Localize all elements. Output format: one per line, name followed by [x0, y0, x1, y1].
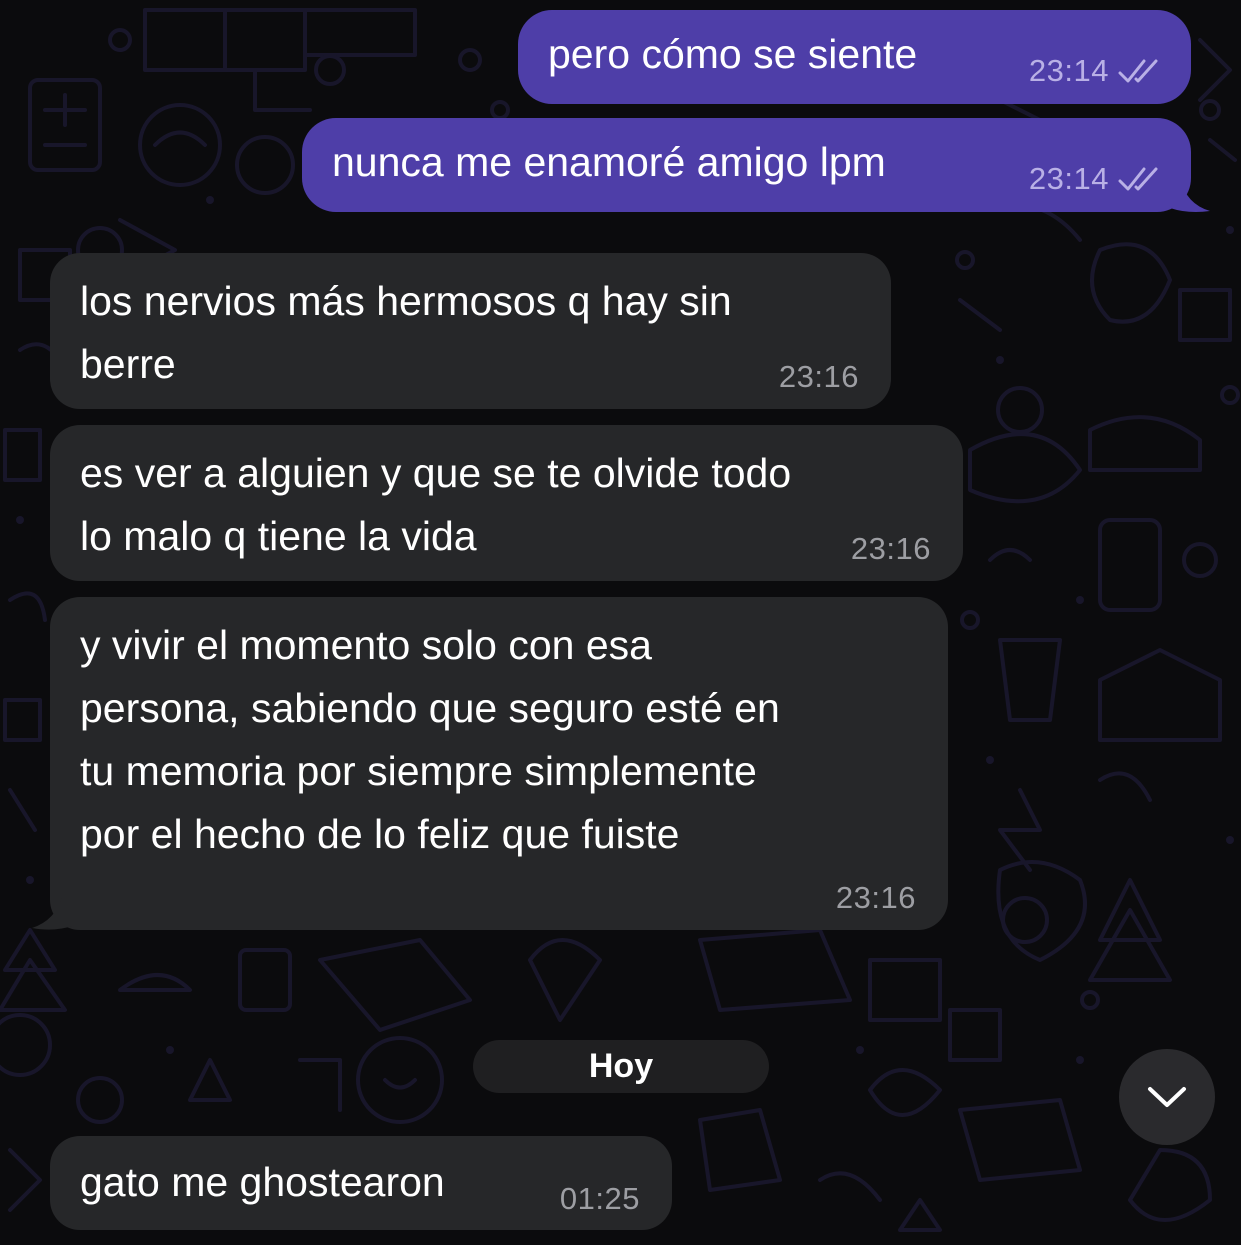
- message-text: pero cómo se siente: [548, 31, 918, 77]
- message-text: los nervios más hermosos q hay sin berre: [80, 278, 732, 387]
- incoming-message[interactable]: los nervios más hermosos q hay sin berre…: [50, 253, 891, 409]
- message-time: 23:16: [778, 359, 859, 394]
- outgoing-message[interactable]: pero cómo se siente 23:14: [518, 10, 1191, 104]
- double-check-icon: [1118, 59, 1158, 83]
- message-text: y vivir el momento solo con esa persona,…: [80, 622, 780, 857]
- outgoing-message[interactable]: nunca me enamoré amigo lpm 23:14: [302, 118, 1191, 212]
- incoming-message[interactable]: es ver a alguien y que se te olvide todo…: [50, 425, 963, 581]
- message-text: nunca me enamoré amigo lpm: [332, 139, 886, 185]
- date-separator: Hoy: [473, 1040, 769, 1093]
- message-time: 23:14: [1028, 53, 1109, 88]
- double-check-icon: [1118, 167, 1158, 191]
- message-meta: 01:25: [560, 1181, 640, 1217]
- incoming-message[interactable]: gato me ghostearon 01:25: [50, 1136, 672, 1230]
- message-meta: 23:16: [851, 531, 931, 567]
- chat-view: pero cómo se siente 23:14 nunca me enamo…: [0, 0, 1241, 1245]
- message-meta: 23:16: [836, 880, 916, 916]
- incoming-bubble-tail: [32, 896, 72, 930]
- scroll-to-bottom-button[interactable]: [1119, 1049, 1215, 1145]
- message-time: 01:25: [559, 1181, 640, 1216]
- message-meta: 23:14: [1029, 161, 1163, 197]
- message-text: gato me ghostearon: [80, 1159, 445, 1205]
- message-time: 23:16: [850, 531, 931, 566]
- incoming-message[interactable]: y vivir el momento solo con esa persona,…: [50, 597, 948, 930]
- chevron-down-icon: [1148, 1087, 1186, 1107]
- message-meta: 23:16: [779, 359, 859, 395]
- message-time: 23:14: [1028, 161, 1109, 196]
- message-text: es ver a alguien y que se te olvide todo…: [80, 450, 792, 559]
- outgoing-bubble-tail: [1170, 178, 1210, 212]
- message-time: 23:16: [835, 880, 916, 915]
- message-meta: 23:14: [1029, 53, 1163, 89]
